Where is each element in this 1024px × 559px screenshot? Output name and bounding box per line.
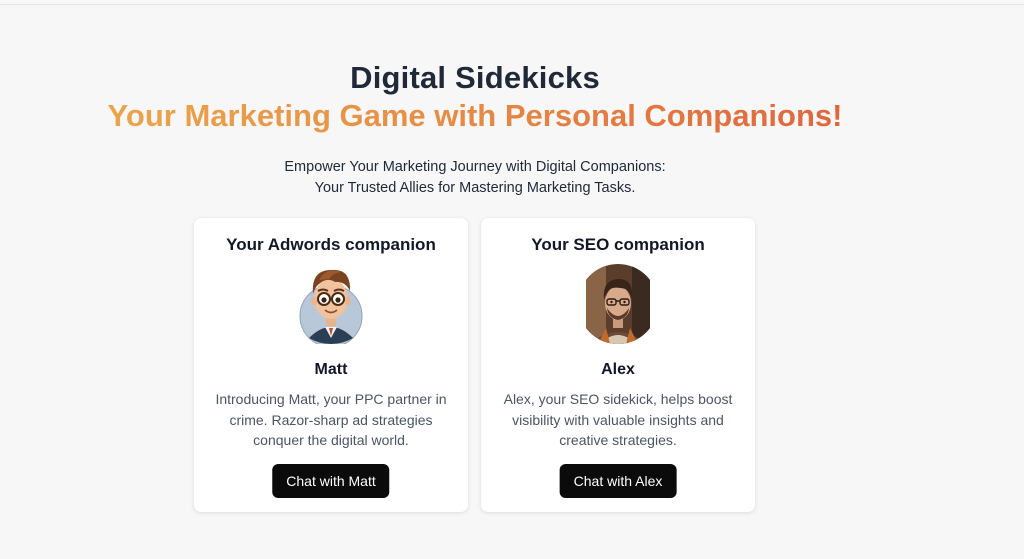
page-title: Digital Sidekicks xyxy=(350,60,600,95)
cartoon-avatar-icon xyxy=(299,269,363,344)
card-title: Your Adwords companion xyxy=(226,235,436,254)
companion-description: Introducing Matt, your PPC partner in cr… xyxy=(215,391,447,448)
hero-section: Digital Sidekicks Your Marketing Game wi… xyxy=(0,58,950,199)
photo-avatar-icon xyxy=(586,264,650,344)
companion-name: Matt xyxy=(314,361,348,378)
chat-with-matt-button[interactable]: Chat with Matt xyxy=(272,464,390,498)
companion-name: Alex xyxy=(601,361,635,378)
intro-text: Empower Your Marketing Journey with Digi… xyxy=(0,157,950,199)
page-subtitle: Your Marketing Game with Personal Compan… xyxy=(0,96,950,136)
intro-line-2: Your Trusted Allies for Mastering Market… xyxy=(314,180,636,196)
intro-line-1: Empower Your Marketing Journey with Digi… xyxy=(284,159,666,175)
chat-with-alex-button[interactable]: Chat with Alex xyxy=(559,464,677,498)
companion-card-seo: Your SEO companion Alex Alex, your SEO s… xyxy=(481,218,755,512)
companion-card-adwords: Your Adwords companion Matt Introducing … xyxy=(194,218,468,512)
card-title: Your SEO companion xyxy=(531,235,705,254)
companion-description: Alex, your SEO sidekick, helps boost vis… xyxy=(503,391,733,448)
top-divider xyxy=(0,4,1024,5)
